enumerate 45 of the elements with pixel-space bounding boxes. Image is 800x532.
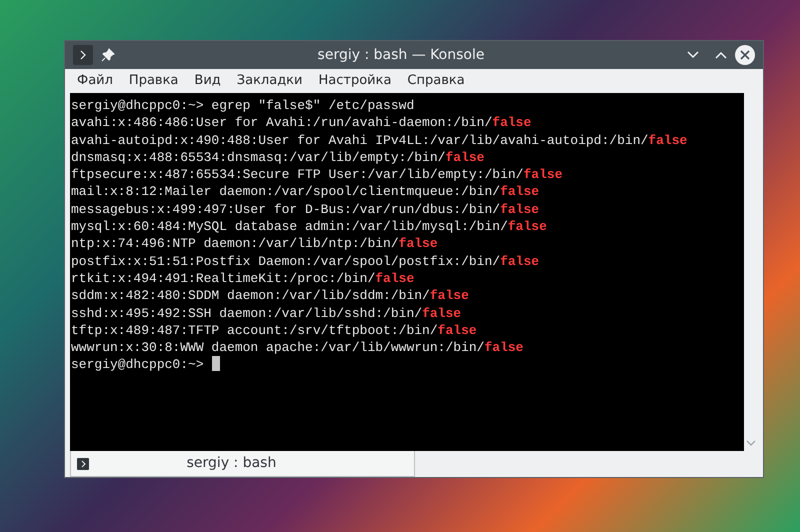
match-highlight: false [523,167,562,182]
output-line: mysql:x:60:484:MySQL database admin:/var/lib/mysql:/bin/ [71,219,508,234]
output-line: ftpsecure:x:487:65534:Secure FTP User:/var/lib/empty:/bin/ [71,167,524,182]
output-line: tftp:x:489:487:TFTP account:/srv/tftpboot:/bin/ [71,322,438,338]
maximize-button[interactable] [715,51,727,59]
pin-button[interactable] [101,48,115,62]
output-line: messagebus:x:499:497:User for D-Bus:/var/run/dbus:/bin/ [71,202,500,217]
match-highlight: false [484,340,524,356]
output-line: wwwrun:x:30:8:WWW daemon apache:/var/lib/wwwrun:/bin/ [71,340,484,356]
output-line: avahi:x:486:486:User for Avahi:/run/avahi-daemon:/bin/ [71,115,492,130]
match-highlight: false [648,132,688,148]
output-line: avahi-autoipd:x:490:488:User for Avahi IPv4LL:/var/lib/avahi-autoipd:/bin/ [71,132,648,148]
output-line: postfix:x:51:51:Postfix Daemon:/var/spool/postfix:/bin/ [71,254,500,269]
match-highlight: false [500,202,540,217]
command-line: sergiy@dhcppc0:~> egrep "false$" /etc/passwd [71,98,414,113]
window-title: sergiy : bash — Konsole [316,46,486,64]
menu-item[interactable]: Закладки [228,71,310,91]
match-highlight: false [375,270,414,286]
menu-item[interactable]: Настройка [310,71,400,91]
match-highlight: false [500,184,540,200]
menu-item[interactable]: Файл [69,71,121,91]
terminal-icon [77,458,89,470]
menu-item[interactable]: Правка [120,71,186,91]
match-highlight: false [438,322,477,338]
match-highlight: false [430,288,469,304]
match-highlight: false [500,254,540,269]
menu-item[interactable]: Справка [399,71,473,91]
match-highlight: false [445,150,484,165]
output-line: dnsmasq:x:488:65534:dnsmasq:/var/lib/empty:/bin/ [71,150,446,165]
match-highlight: false [508,219,547,234]
output-line: mail:x:8:12:Mailer daemon:/var/spool/clientmqueue:/bin/ [71,184,500,200]
output-line: ntp:x:74:496:NTP daemon:/var/lib/ntp:/bin/ [71,236,399,252]
output-line: sshd:x:495:492:SSH daemon:/var/lib/sshd:/bin/ [71,306,422,321]
match-highlight: false [492,115,532,130]
menu-item[interactable]: Вид [186,71,229,91]
output-line: rtkit:x:494:491:RealtimeKit:/proc:/bin/ [71,270,376,286]
terminal-menu-button[interactable] [73,45,93,65]
session-tab[interactable]: sergiy : bash [70,451,415,477]
close-button[interactable] [735,45,755,65]
match-highlight: false [422,306,462,321]
text-cursor [212,356,220,372]
output-line: sddm:x:482:480:SDDM daemon:/var/lib/sddm:/bin/ [71,288,430,304]
minimize-button[interactable] [687,51,699,59]
command-line: sergiy@dhcppc0:~> [71,357,204,372]
match-highlight: false [398,236,438,252]
